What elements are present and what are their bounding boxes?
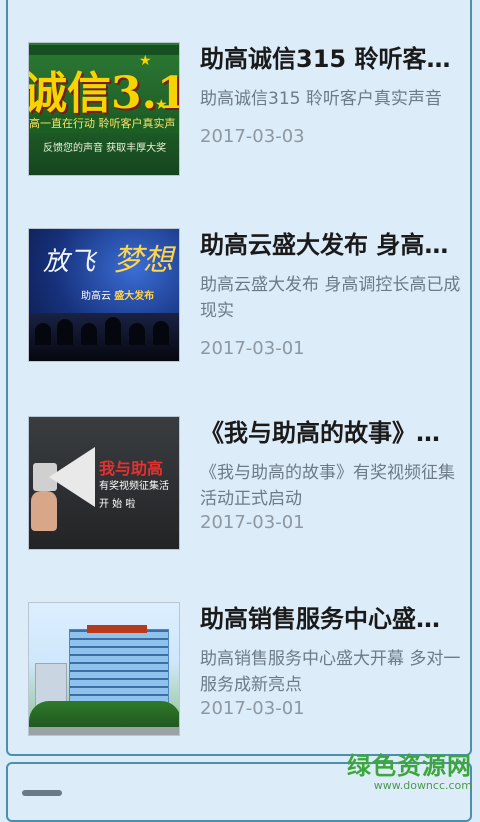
news-item[interactable]: 助高销售服务中心盛大开幕 多对一服务成新亮点 助高销售服务中心盛大开幕 多对一服… <box>28 602 468 736</box>
hand-shape <box>31 491 57 531</box>
thumb-band-text: 高一直在行动 聆听客户真实声 <box>29 115 179 133</box>
thumb-caption-accent: 盛大发布 <box>114 291 155 302</box>
news-description: 助高诚信315 聆听客户真实声音 <box>200 89 442 109</box>
news-description: 助高云盛大发布 身高调控长高已成现实 <box>200 275 461 321</box>
thumb-building <box>69 629 169 711</box>
thumb-sign <box>87 625 147 633</box>
star-icon: ★ <box>155 97 168 113</box>
news-date: 2017-03-01 <box>200 338 305 359</box>
thumb-caption-part: 助高云 <box>81 291 111 302</box>
news-title[interactable]: 助高销售服务中心盛大开幕 多对一服务成新亮点 <box>200 604 462 634</box>
thumb-caption: 开 始 啦 <box>99 499 136 510</box>
thumb-crowd <box>29 313 179 361</box>
thumb-headline-accent: 梦想 <box>113 243 173 278</box>
news-date: 2017-03-03 <box>200 126 305 147</box>
thumb-headline: 放飞 <box>43 247 96 277</box>
news-title[interactable]: 助高诚信315 聆听客户真实声音 <box>200 44 462 74</box>
star-icon: ★ <box>139 53 152 69</box>
news-title[interactable]: 《我与助高的故事》有奖视频征集活动正式启动 <box>200 418 462 448</box>
news-thumbnail[interactable]: 放飞 梦想 助高云 盛大发布 <box>28 228 180 362</box>
next-card-content <box>22 790 62 796</box>
news-item[interactable]: 诚信3.15 高一直在行动 聆听客户真实声 反馈您的声音 获取丰厚大奖 ★ ★ … <box>28 42 468 176</box>
thumb-caption: 反馈您的声音 获取丰厚大奖 <box>43 143 167 154</box>
news-thumbnail[interactable] <box>28 602 180 736</box>
news-item[interactable]: 放飞 梦想 助高云 盛大发布 助高云盛大发布 身高调控长高已成现实 助高云盛大发… <box>28 228 468 362</box>
thumb-road <box>29 727 179 735</box>
news-item[interactable]: 我与助高 有奖视频征集活 开 始 啦 《我与助高的故事》有奖视频征集活动正式启动… <box>28 416 468 550</box>
news-date: 2017-03-01 <box>200 698 305 719</box>
thumb-headline: 我与助高 <box>99 459 164 478</box>
news-date: 2017-03-01 <box>200 512 305 533</box>
news-thumbnail[interactable]: 诚信3.15 高一直在行动 聆听客户真实声 反馈您的声音 获取丰厚大奖 ★ ★ <box>28 42 180 176</box>
watermark-title: 绿色资源网 <box>347 752 472 780</box>
news-description: 助高销售服务中心盛大开幕 多对一服务成新亮点 <box>200 649 461 695</box>
thumb-strip <box>29 45 179 55</box>
watermark: 绿色资源网 www.downcc.com <box>347 746 472 792</box>
thumb-caption: 有奖视频征集活 <box>99 481 169 492</box>
news-thumbnail[interactable]: 我与助高 有奖视频征集活 开 始 啦 <box>28 416 180 550</box>
thumb-caption: 助高云 盛大发布 <box>81 287 154 302</box>
news-description: 《我与助高的故事》有奖视频征集活动正式启动 <box>200 463 455 509</box>
news-title[interactable]: 助高云盛大发布 身高调控长高已成现实 <box>200 230 462 260</box>
news-list-card: 诚信3.15 高一直在行动 聆听客户真实声 反馈您的声音 获取丰厚大奖 ★ ★ … <box>6 0 472 756</box>
